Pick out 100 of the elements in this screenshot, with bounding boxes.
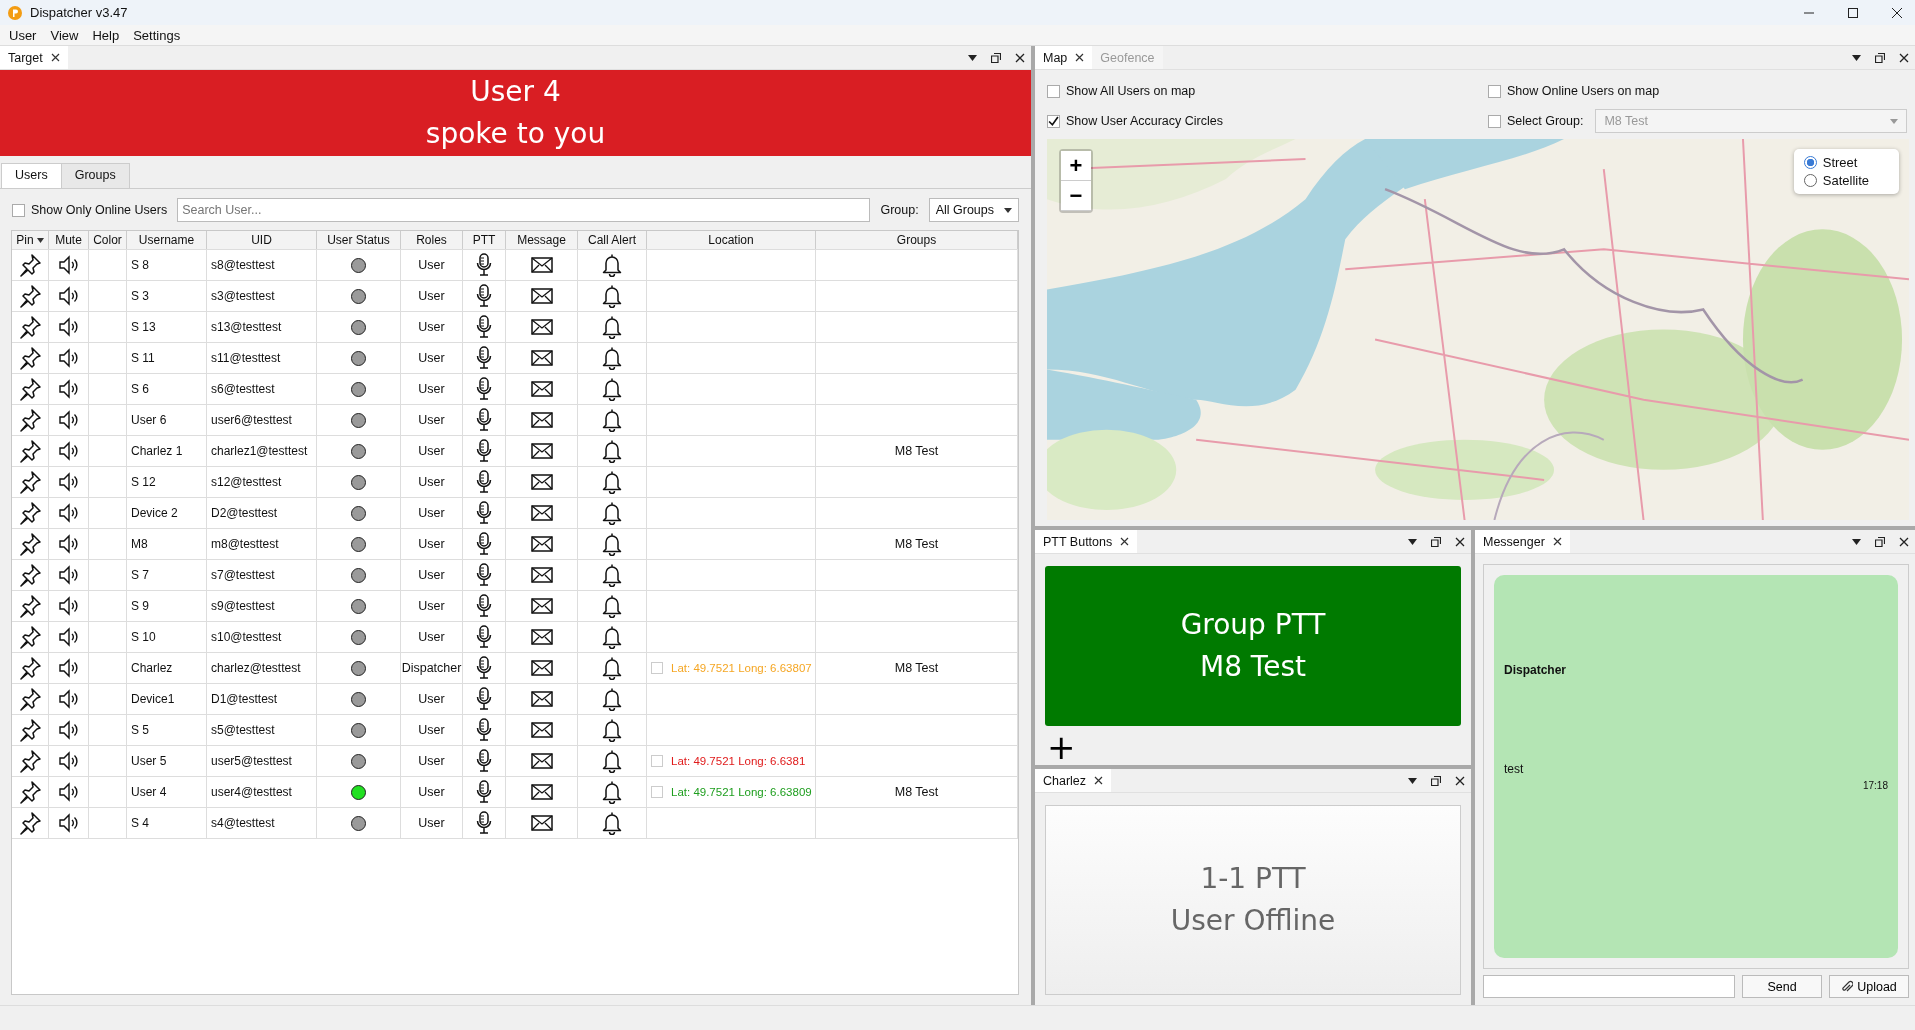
checkbox[interactable] [651,755,663,767]
microphone-icon[interactable] [476,377,492,401]
speaker-icon[interactable] [57,658,80,678]
envelope-icon[interactable] [530,474,553,490]
panel-tab[interactable]: Messenger [1475,530,1570,553]
bell-icon[interactable] [602,563,622,587]
microphone-icon[interactable] [476,408,492,432]
private-ptt-button[interactable]: 1-1 PTT User Offline [1045,805,1462,995]
envelope-icon[interactable] [530,443,553,459]
close-icon[interactable] [1455,775,1466,786]
radio-button[interactable] [1803,156,1817,169]
search-field[interactable]: Search User... [177,198,871,222]
microphone-icon[interactable] [476,780,492,804]
bell-icon[interactable] [602,625,622,649]
close-icon[interactable] [1891,6,1903,19]
microphone-icon[interactable] [476,749,492,773]
speaker-icon[interactable] [57,410,80,430]
envelope-icon[interactable] [530,784,553,800]
close-icon[interactable] [1120,537,1130,546]
envelope-icon[interactable] [530,722,553,738]
envelope-icon[interactable] [530,288,553,304]
speaker-icon[interactable] [57,596,80,616]
menu-item[interactable]: Settings [133,27,181,43]
group-dropdown[interactable]: All Groups [928,198,1019,222]
upload-button[interactable]: Upload [1829,975,1909,998]
checkbox[interactable] [1047,114,1060,128]
zoom-out-button[interactable]: − [1061,181,1091,211]
pin-icon[interactable] [18,470,42,494]
column-header[interactable]: Color [89,231,127,249]
float-icon[interactable] [1431,536,1442,547]
envelope-icon[interactable] [530,536,553,552]
column-header[interactable]: Location [647,231,816,249]
pin-icon[interactable] [18,439,42,463]
bell-icon[interactable] [602,811,622,835]
group-ptt-button[interactable]: Group PTT M8 Test [1045,566,1462,726]
speaker-icon[interactable] [57,503,80,523]
bell-icon[interactable] [602,253,622,277]
pin-icon[interactable] [18,594,42,618]
close-icon[interactable] [1899,52,1909,63]
envelope-icon[interactable] [530,598,553,614]
envelope-icon[interactable] [530,691,553,707]
envelope-icon[interactable] [530,319,553,335]
checkbox[interactable] [12,203,25,217]
float-icon[interactable] [1875,536,1885,547]
checkbox[interactable] [651,662,663,674]
column-header[interactable]: PTT [463,231,506,249]
panel-tab[interactable]: Charlez [1035,769,1112,792]
tab[interactable]: Users [1,163,62,188]
bell-icon[interactable] [602,470,622,494]
bell-icon[interactable] [602,501,622,525]
dropdown-icon[interactable] [1408,777,1418,784]
pin-icon[interactable] [18,780,42,804]
bell-icon[interactable] [602,594,622,618]
float-icon[interactable] [1431,775,1442,786]
send-button[interactable]: Send [1742,975,1822,998]
pin-icon[interactable] [18,687,42,711]
microphone-icon[interactable] [476,315,492,339]
bell-icon[interactable] [602,284,622,308]
pin-icon[interactable] [18,749,42,773]
microphone-icon[interactable] [476,439,492,463]
pin-icon[interactable] [18,532,42,556]
close-icon[interactable] [50,53,60,62]
microphone-icon[interactable] [476,625,492,649]
envelope-icon[interactable] [530,350,553,366]
column-header[interactable]: Username [127,231,207,249]
pin-icon[interactable] [18,253,42,277]
pin-icon[interactable] [18,284,42,308]
pin-icon[interactable] [18,346,42,370]
speaker-icon[interactable] [57,813,80,833]
microphone-icon[interactable] [476,563,492,587]
pin-icon[interactable] [18,625,42,649]
pin-icon[interactable] [18,718,42,742]
add-button[interactable]: + [1047,732,1076,762]
envelope-icon[interactable] [530,660,553,676]
envelope-icon[interactable] [530,412,553,428]
speaker-icon[interactable] [57,689,80,709]
column-header[interactable]: Mute [49,231,89,249]
bell-icon[interactable] [602,346,622,370]
pin-icon[interactable] [18,501,42,525]
microphone-icon[interactable] [476,501,492,525]
menu-item[interactable]: Help [92,27,120,43]
speaker-icon[interactable] [57,317,80,337]
tab[interactable]: Groups [60,163,130,188]
bell-icon[interactable] [602,749,622,773]
checkbox[interactable] [651,786,663,798]
microphone-icon[interactable] [476,718,492,742]
close-icon[interactable] [1455,536,1466,547]
envelope-icon[interactable] [530,567,553,583]
bell-icon[interactable] [602,656,622,680]
microphone-icon[interactable] [476,284,492,308]
column-header[interactable]: UID [207,231,317,249]
speaker-icon[interactable] [57,379,80,399]
bell-icon[interactable] [602,408,622,432]
message-field[interactable] [1483,975,1735,998]
dropdown-icon[interactable] [968,54,977,61]
speaker-icon[interactable] [57,751,80,771]
microphone-icon[interactable] [476,532,492,556]
column-header[interactable]: Call Alert [578,231,647,249]
bell-icon[interactable] [602,439,622,463]
checkbox[interactable] [1488,84,1501,98]
